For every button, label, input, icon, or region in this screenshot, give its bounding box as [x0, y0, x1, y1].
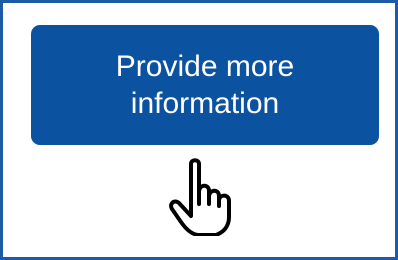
- panel-frame: Provide more information: [0, 0, 398, 260]
- provide-more-information-button[interactable]: Provide more information: [31, 25, 379, 145]
- hand-pointer-icon: [169, 154, 241, 237]
- button-label: Provide more information: [115, 50, 295, 120]
